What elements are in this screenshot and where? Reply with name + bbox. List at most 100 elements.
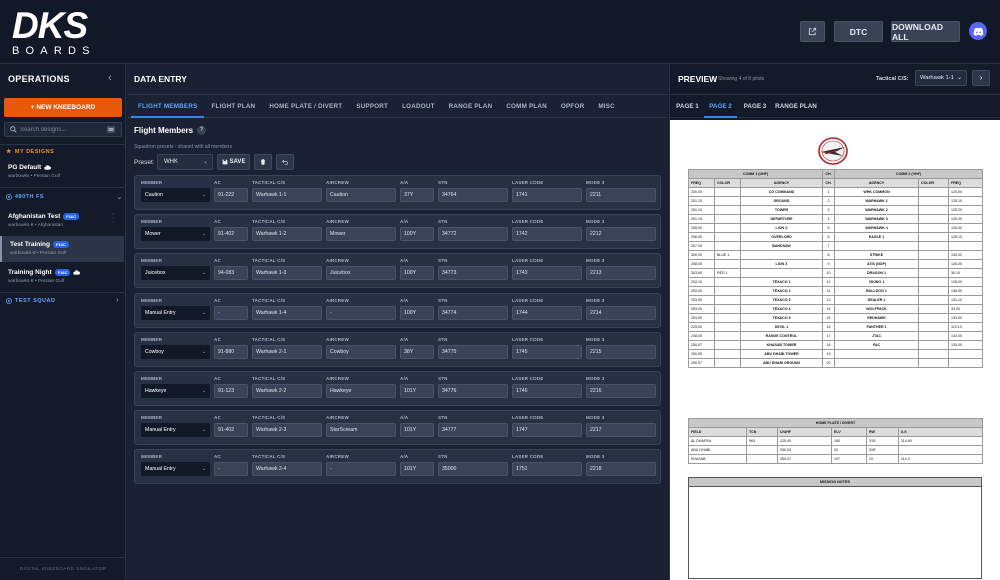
tab-flight-members[interactable]: FLIGHT MEMBERS: [131, 95, 205, 118]
list-filter-icon[interactable]: [107, 126, 115, 133]
member-select[interactable]: Caution ⌄: [141, 188, 210, 202]
dtc-button[interactable]: DTC: [834, 21, 883, 42]
field-mode3-input[interactable]: 2212: [586, 227, 656, 242]
field-tcs-input[interactable]: Warhawk 2-4: [252, 462, 322, 477]
field-laser-input[interactable]: 1751: [512, 462, 582, 477]
tab-home-plate-divert[interactable]: HOME PLATE / DIVERT: [262, 95, 349, 118]
field-laser-input[interactable]: 1742: [512, 227, 582, 242]
sidebar-collapse-button[interactable]: ‹: [108, 72, 112, 84]
tab-comm-plan[interactable]: COMM PLAN: [499, 95, 554, 118]
field-aa-input[interactable]: 38Y: [400, 344, 434, 359]
field-aircrew-input[interactable]: Caution: [326, 188, 396, 202]
member-select[interactable]: Juicebox ⌄: [141, 266, 210, 281]
chevron-down-icon[interactable]: ⌄: [116, 192, 123, 201]
tactical-cs-select[interactable]: Warhawk 1-1 ⌄: [915, 70, 967, 86]
field-laser-input[interactable]: 1744: [512, 305, 582, 320]
sidebar-item-afghanistan-test[interactable]: Afghanistan Test F16C warbowks-8 • Afgha…: [0, 208, 124, 234]
field-ac-input[interactable]: -: [214, 305, 248, 320]
field-aircrew-input[interactable]: Hawkeye: [326, 384, 396, 398]
field-mode3-input[interactable]: 2215: [586, 344, 656, 359]
sidebar-item-test-training[interactable]: Test Training F16C warbowks-8 • Persian …: [0, 236, 124, 262]
field-stn-input[interactable]: 34774: [438, 305, 508, 320]
field-aa-input[interactable]: 100Y: [400, 227, 434, 242]
member-select[interactable]: Manual Entry ⌄: [141, 305, 210, 320]
search-input[interactable]: [20, 126, 100, 133]
tab-support[interactable]: SUPPORT: [349, 95, 395, 118]
more-options-icon[interactable]: · · ·: [112, 211, 114, 226]
field-aa-input[interactable]: 100Y: [400, 305, 434, 320]
help-icon[interactable]: ?: [197, 126, 207, 135]
tab-loadout[interactable]: LOADOUT: [395, 95, 442, 118]
member-select[interactable]: Manual Entry ⌄: [141, 423, 210, 438]
field-laser-input[interactable]: 1743: [512, 266, 582, 281]
field-laser-input[interactable]: 1746: [512, 384, 582, 398]
next-pilot-button[interactable]: ›: [972, 70, 990, 86]
delete-preset-button[interactable]: [254, 154, 272, 170]
field-aa-input[interactable]: 100Y: [400, 266, 434, 281]
field-laser-input[interactable]: 1741: [512, 188, 582, 202]
member-select[interactable]: Cowboy ⌄: [141, 344, 210, 359]
field-aircrew-input[interactable]: Juicebox: [326, 266, 396, 281]
field-mode3-input[interactable]: 2214: [586, 305, 656, 320]
external-link-button[interactable]: [800, 21, 825, 42]
field-aircrew-input[interactable]: StarScream: [326, 423, 396, 438]
field-ac-input[interactable]: 91-402: [214, 423, 248, 438]
field-tcs-input[interactable]: Warhawk 1-4: [252, 305, 322, 320]
download-all-button[interactable]: DOWNLOAD ALL: [891, 21, 960, 42]
field-tcs-input[interactable]: Warhawk 2-2: [252, 384, 322, 398]
field-ac-input[interactable]: 94-083: [214, 266, 248, 281]
tab-range-plan[interactable]: RANGE PLAN: [442, 95, 500, 118]
field-ac-input[interactable]: 91-222: [214, 188, 248, 202]
member-select[interactable]: Hawkeye ⌄: [141, 384, 210, 398]
field-ac-input[interactable]: 91-123: [214, 384, 248, 398]
field-tcs-input[interactable]: Warhawk 1-1: [252, 188, 322, 202]
chevron-right-icon[interactable]: ›: [116, 295, 119, 304]
field-mode3-input[interactable]: 2217: [586, 423, 656, 438]
field-stn-input[interactable]: 35000: [438, 462, 508, 477]
field-aircrew-input[interactable]: -: [326, 305, 396, 320]
field-tcs-input[interactable]: Warhawk 2-3: [252, 423, 322, 438]
discord-button[interactable]: [969, 22, 987, 40]
save-preset-button[interactable]: SAVE: [217, 154, 250, 170]
field-tcs-input[interactable]: Warhawk 1-3: [252, 266, 322, 281]
tab-flight-plan[interactable]: FLIGHT PLAN: [204, 95, 262, 118]
sidebar-item-pg-default[interactable]: PG Default warbowks • Persian Gulf: [0, 159, 124, 185]
field-ac-input[interactable]: 91-880: [214, 344, 248, 359]
field-stn-input[interactable]: 34775: [438, 344, 508, 359]
tab-page-3[interactable]: PAGE 3: [740, 95, 770, 118]
field-aircrew-input[interactable]: Cowboy: [326, 344, 396, 359]
field-ac-input[interactable]: 91-402: [214, 227, 248, 242]
tab-page-2[interactable]: PAGE 2: [704, 95, 737, 118]
tab-misc[interactable]: MISC: [591, 95, 622, 118]
field-aa-input[interactable]: 101Y: [400, 462, 434, 477]
field-mode3-input[interactable]: 2213: [586, 266, 656, 281]
field-mode3-input[interactable]: 2216: [586, 384, 656, 398]
field-aa-input[interactable]: 37Y: [400, 188, 434, 202]
field-aircrew-input[interactable]: Mower: [326, 227, 396, 242]
section-my-designs[interactable]: ★ MY DESIGNS: [6, 148, 54, 156]
preset-select[interactable]: WHK ⌄: [157, 154, 213, 170]
field-stn-input[interactable]: 34772: [438, 227, 508, 242]
field-mode3-input[interactable]: 2218: [586, 462, 656, 477]
field-tcs-input[interactable]: Warhawk 2-1: [252, 344, 322, 359]
tab-opfor[interactable]: OPFOR: [554, 95, 591, 118]
field-aa-input[interactable]: 101Y: [400, 423, 434, 438]
field-aa-input[interactable]: 101Y: [400, 384, 434, 398]
field-mode3-input[interactable]: 2211: [586, 188, 656, 202]
field-stn-input[interactable]: 34777: [438, 423, 508, 438]
field-laser-input[interactable]: 1745: [512, 344, 582, 359]
field-laser-input[interactable]: 1747: [512, 423, 582, 438]
member-select[interactable]: Manual Entry ⌄: [141, 462, 210, 477]
tab-page-1[interactable]: PAGE 1: [674, 95, 701, 118]
new-kneeboard-button[interactable]: + NEW KNEEBOARD: [4, 98, 122, 117]
field-stn-input[interactable]: 34773: [438, 266, 508, 281]
member-select[interactable]: Mower ⌄: [141, 227, 210, 242]
field-stn-input[interactable]: 34776: [438, 384, 508, 398]
sidebar-item-training-night[interactable]: Training Night F16C warbowks-8 • Persian…: [0, 264, 124, 290]
field-stn-input[interactable]: 34764: [438, 188, 508, 202]
field-ac-input[interactable]: -: [214, 462, 248, 477]
reset-preset-button[interactable]: [276, 154, 294, 170]
section-test-squad[interactable]: TEST SQUAD: [6, 298, 55, 304]
field-tcs-input[interactable]: Warhawk 1-2: [252, 227, 322, 242]
tab-range-plan[interactable]: RANGE PLAN: [774, 95, 818, 118]
